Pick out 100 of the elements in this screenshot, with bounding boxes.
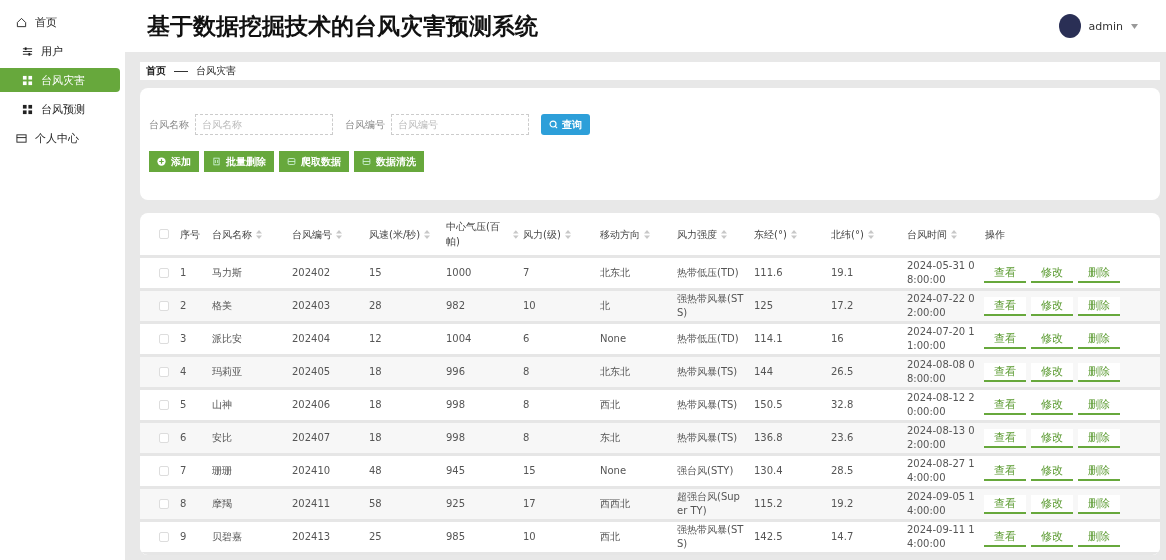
table-cell-text: 2024-09-05 14:00:00 <box>906 489 976 518</box>
table-cell-text: 西北 <box>599 397 621 412</box>
action-button[interactable]: 修改 <box>1031 494 1073 514</box>
checkbox[interactable] <box>159 301 169 311</box>
search-icon <box>549 120 558 129</box>
table-cell-text: 26.5 <box>830 364 855 379</box>
action-button[interactable]: 查看 <box>984 494 1026 514</box>
sidebar-item[interactable]: 首页 <box>0 10 120 34</box>
column-header[interactable]: 台风名称 <box>212 226 252 242</box>
table-cell-text: 15 <box>368 265 383 280</box>
sort-icon[interactable] <box>867 229 874 239</box>
table-cell-text: 热带风暴(TS) <box>676 397 739 412</box>
table-cell-text: 1000 <box>445 265 473 280</box>
sidebar-item[interactable]: 台风预测 <box>0 97 120 121</box>
checkbox[interactable] <box>159 334 169 344</box>
table-cell-text: 202406 <box>291 397 332 412</box>
sort-icon[interactable] <box>424 229 431 239</box>
trash-icon <box>212 157 221 166</box>
action-button[interactable]: 查看 <box>984 395 1026 415</box>
action-button[interactable]: 查看 <box>984 428 1026 448</box>
action-button[interactable]: 查看 <box>984 461 1026 481</box>
checkbox[interactable] <box>159 400 169 410</box>
action-button[interactable]: 查看 <box>984 263 1026 283</box>
page-title: 基于数据挖掘技术的台风灾害预测系统 <box>147 11 538 41</box>
action-button[interactable]: 修改 <box>1031 428 1073 448</box>
table-cell-text: 16 <box>830 331 845 346</box>
table-cell-text: 10 <box>522 529 537 544</box>
action-button[interactable]: 查看 <box>984 329 1026 349</box>
action-button[interactable]: 删除 <box>1078 428 1120 448</box>
sort-icon[interactable] <box>256 229 262 239</box>
table-cell-text: 8 <box>522 430 531 445</box>
table-cell-text: 强热带风暴(STS) <box>676 291 745 320</box>
action-button[interactable]: 删除 <box>1078 494 1120 514</box>
sort-icon[interactable] <box>336 229 342 239</box>
checkbox[interactable] <box>159 466 169 476</box>
column-header[interactable]: 风力强度 <box>677 226 717 242</box>
search-button[interactable]: 查询 <box>541 114 590 135</box>
breadcrumb-item[interactable]: 首页 <box>146 64 166 78</box>
avatar[interactable] <box>1058 14 1081 38</box>
table-cell-text: 18 <box>368 430 383 445</box>
search-field[interactable]: 台风名称 <box>195 114 333 135</box>
toolbar-button[interactable]: 批量删除 <box>204 151 274 172</box>
action-button[interactable]: 删除 <box>1078 362 1120 382</box>
table-cell-text: 热带低压(TD) <box>676 331 740 346</box>
table-cell-text: 5 <box>179 397 188 412</box>
table-cell-text: 2024-09-11 14:00:00 <box>906 522 976 551</box>
checkbox[interactable] <box>159 532 169 542</box>
table-cell-text: 10 <box>522 298 537 313</box>
user-name[interactable]: admin <box>1088 19 1123 33</box>
sidebar-item[interactable]: 个人中心 <box>0 126 120 150</box>
table-cell-text: 西西北 <box>599 496 631 511</box>
action-button[interactable]: 查看 <box>984 527 1026 547</box>
sort-icon[interactable] <box>790 229 797 239</box>
column-header[interactable]: 东经(°) <box>754 226 787 242</box>
checkbox[interactable] <box>159 268 169 278</box>
table-cell-text: 136.8 <box>753 430 784 445</box>
sort-icon[interactable] <box>721 229 727 239</box>
action-button[interactable]: 删除 <box>1078 296 1120 316</box>
sort-icon[interactable] <box>951 229 957 239</box>
action-button[interactable]: 修改 <box>1031 362 1073 382</box>
column-header[interactable]: 风速(米/秒) <box>369 226 421 242</box>
wallet-icon <box>16 132 27 144</box>
sort-icon[interactable] <box>513 229 519 239</box>
toolbar-button[interactable]: 数据清洗 <box>354 151 424 172</box>
column-header: 操作 <box>985 227 1005 242</box>
grid-icon <box>22 74 33 86</box>
table-cell-text: 18 <box>368 397 383 412</box>
checkbox[interactable] <box>159 499 169 509</box>
table-cell-text: 贝碧嘉 <box>211 529 243 544</box>
table-cell-text: 8 <box>179 496 188 511</box>
sidebar-item[interactable]: 用户 <box>0 39 120 63</box>
column-header[interactable]: 中心气压(百帕) <box>446 219 510 249</box>
table-cell-text: 7 <box>522 265 531 280</box>
toolbar-button[interactable]: 添加 <box>149 151 199 172</box>
table-cell-text: None <box>599 463 628 478</box>
table-cell-text: 58 <box>368 496 383 511</box>
sort-icon[interactable] <box>644 229 650 239</box>
table-cell-text: 东北 <box>599 430 621 445</box>
table-cell-text: 派比安 <box>211 331 243 346</box>
column-header[interactable]: 移动方向 <box>600 226 640 242</box>
action-button[interactable]: 修改 <box>1031 296 1073 316</box>
search-field[interactable]: 台风编号 <box>391 114 529 135</box>
checkbox[interactable] <box>159 229 169 239</box>
caret-icon[interactable] <box>1131 23 1138 29</box>
column-header[interactable]: 风力(级) <box>523 226 561 242</box>
sidebar-item[interactable]: 台风灾害 <box>0 68 120 92</box>
table-cell-text: 2024-07-22 02:00:00 <box>906 291 976 320</box>
sort-icon[interactable] <box>564 229 571 239</box>
table-cell-text: 2024-08-08 08:00:00 <box>906 357 976 386</box>
column-header[interactable]: 台风时间 <box>907 226 947 242</box>
table-cell-text: 北东北 <box>599 364 631 379</box>
action-button[interactable]: 查看 <box>984 362 1026 382</box>
checkbox[interactable] <box>159 367 169 377</box>
column-header[interactable]: 北纬(°) <box>831 226 864 242</box>
action-button[interactable]: 查看 <box>984 296 1026 316</box>
table-cell-text: 4 <box>179 364 188 379</box>
checkbox[interactable] <box>159 433 169 443</box>
column-header[interactable]: 台风编号 <box>292 226 332 242</box>
table-cell-text: 111.6 <box>753 265 784 280</box>
toolbar-button[interactable]: 爬取数据 <box>279 151 349 172</box>
